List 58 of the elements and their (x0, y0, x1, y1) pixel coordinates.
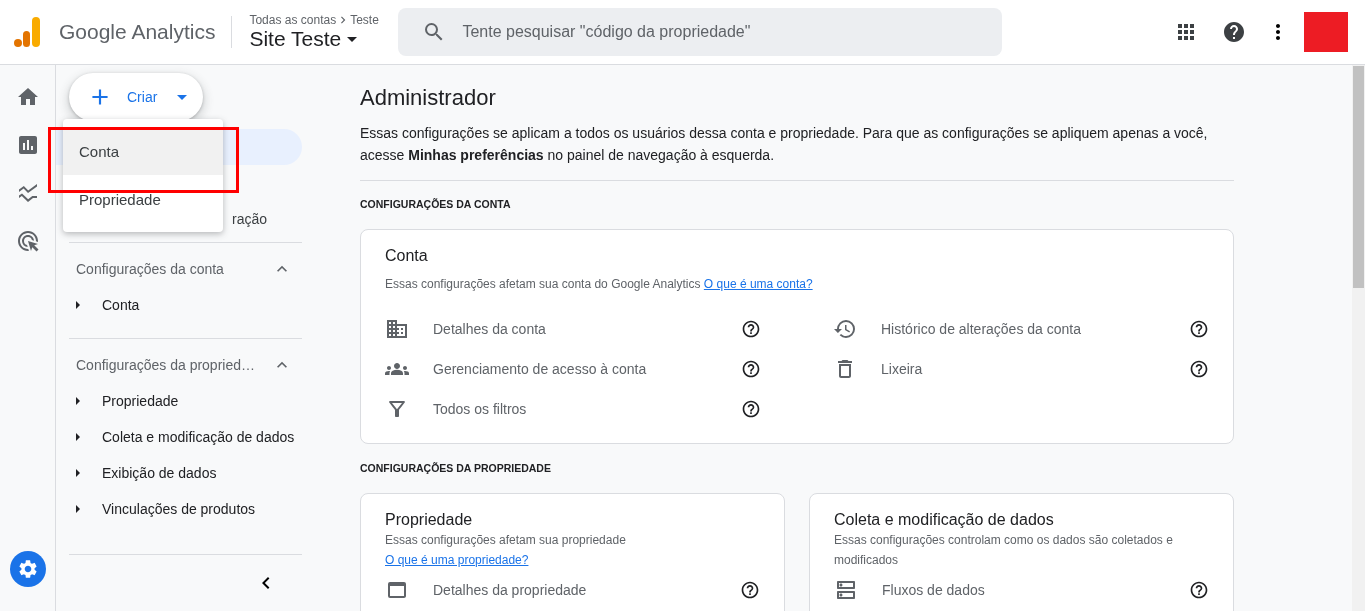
nav-item[interactable]: Conta (69, 287, 302, 323)
card-description: Essas configurações afetam sua conta do Google Analytics O que é uma conta? (385, 276, 814, 293)
settings-row[interactable]: Todos os filtros (385, 389, 761, 429)
card-description: Essas configurações controlam como os dados são coletados e modificados (834, 532, 1174, 569)
intro-text: Essas configurações se aplicam a todos os usuários dessa conta e propriedade. Para que as configurações se apliquem apenas a você, acesse Minhas preferências no painel de navegação à esquerda. (360, 122, 1234, 181)
section-header[interactable]: Configurações da propried… (69, 339, 302, 383)
help-icon[interactable] (741, 359, 761, 379)
logo-icon (14, 17, 40, 47)
caret-icon (347, 36, 358, 42)
help-icon[interactable] (1189, 359, 1209, 379)
building-icon (385, 317, 409, 341)
nav-item[interactable]: Coleta e modificação de dados (69, 419, 302, 455)
section-header[interactable]: Configurações da conta (69, 243, 302, 287)
create-button[interactable]: Criar (69, 73, 203, 121)
expand-arrow-icon (76, 397, 80, 405)
property-selector[interactable]: Site Teste (249, 27, 399, 51)
settings-row[interactable]: Detalhes da conta (385, 309, 761, 349)
help-icon[interactable] (741, 399, 761, 419)
help-icon[interactable] (1222, 20, 1246, 44)
settings-icon[interactable] (9, 551, 46, 587)
card-title: Propriedade (385, 511, 474, 529)
scrollbar[interactable] (1352, 65, 1365, 611)
help-link[interactable]: O que é uma conta? (703, 277, 813, 291)
expand-arrow-icon (76, 301, 80, 309)
expand-arrow-icon (76, 469, 80, 477)
section-heading: CONFIGURAÇÕES DA CONTA (360, 198, 512, 210)
card-title: Coleta e modificação de dados (834, 511, 1055, 529)
settings-row[interactable]: Fluxos de dados (834, 570, 1209, 610)
help-icon[interactable] (741, 319, 761, 339)
settings-row[interactable]: Histórico de alterações da conta (833, 309, 1209, 349)
expand-arrow-icon (76, 505, 80, 513)
settings-row[interactable]: Lixeira (833, 349, 1209, 389)
list-icon (834, 578, 858, 602)
settings-row[interactable]: Gerenciamento de acesso à conta (385, 349, 761, 389)
caret-icon (177, 94, 188, 100)
card-title: Conta (385, 247, 429, 265)
help-link[interactable]: O que é uma propriedade? (385, 550, 529, 570)
expand-arrow-icon (76, 433, 80, 441)
card-description: Essas configurações afetam sua propriedade (385, 532, 627, 549)
product-name: Google Analytics (59, 20, 216, 44)
section-heading: CONFIGURAÇÕES DA PROPRIEDADE (360, 462, 552, 474)
page-title: Administrador (360, 85, 497, 111)
history-icon (833, 317, 857, 341)
help-icon[interactable] (740, 580, 760, 600)
search-field[interactable]: Tente pesquisar "código da propriedade" (398, 8, 1003, 56)
nav-item[interactable]: Propriedade (69, 383, 302, 419)
menu-item[interactable]: Propriedade (63, 175, 223, 223)
breadcrumb-link[interactable]: Todas as contas (249, 13, 337, 27)
breadcrumb-link[interactable]: Teste (350, 13, 379, 27)
nav-item[interactable]: Vinculações de produtos (69, 491, 302, 527)
cursor-click-icon[interactable] (15, 229, 40, 253)
scrollbar-thumb[interactable] (1353, 66, 1364, 288)
menu-item[interactable]: Conta (63, 127, 223, 175)
help-icon[interactable] (1189, 319, 1209, 339)
nav-item[interactable]: ração (232, 211, 268, 227)
help-icon[interactable] (1189, 580, 1209, 600)
settings-row[interactable]: Detalhes da propriedade (385, 570, 760, 610)
nav-item[interactable]: Exibição de dados (69, 455, 302, 491)
